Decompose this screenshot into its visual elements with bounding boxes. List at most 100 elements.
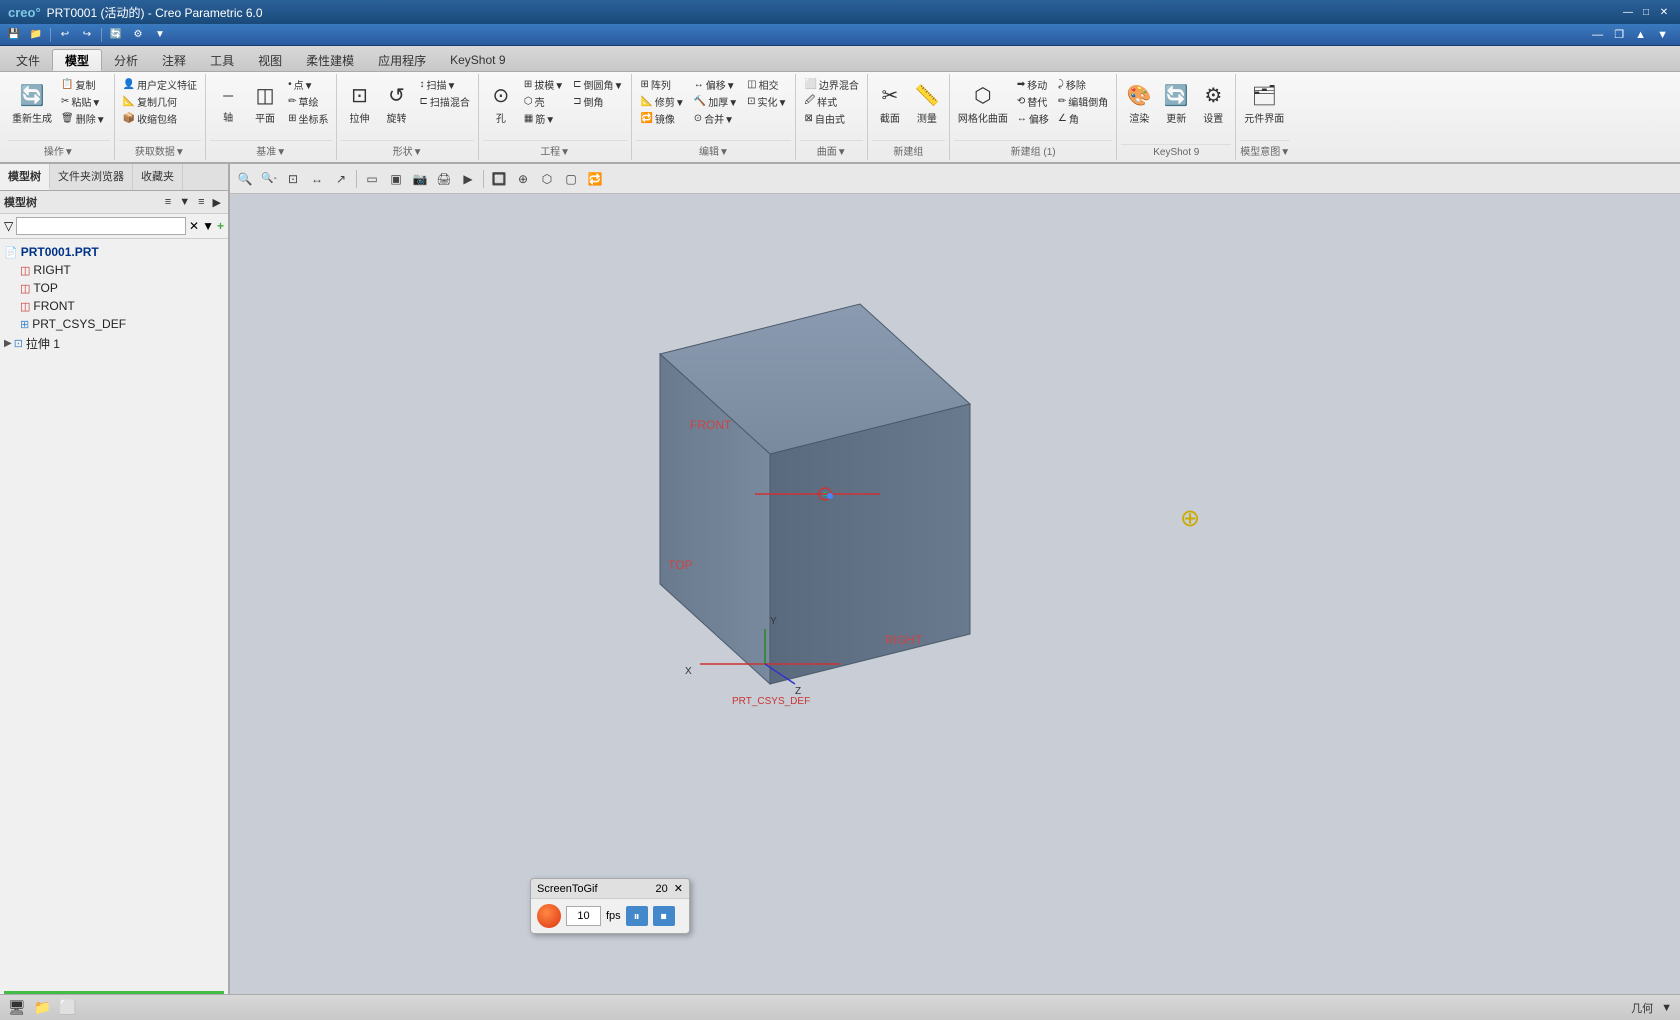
btn-round[interactable]: ⊏倒圆角▼: [569, 76, 627, 93]
btn-blend[interactable]: ⊏扫描混合: [415, 93, 473, 110]
tree-item-extrude1[interactable]: ▶ ⊡ 拉伸 1: [0, 333, 228, 354]
panel-tab-favorites[interactable]: 收藏夹: [133, 164, 183, 190]
btn-remove[interactable]: ⤸移除: [1054, 76, 1112, 93]
btn-replace[interactable]: ⟲替代: [1013, 93, 1053, 110]
tab-view[interactable]: 视图: [246, 49, 294, 71]
btn-boundary[interactable]: ⬜边界混合: [800, 76, 862, 93]
btn-copy-geom[interactable]: 📐复制几何: [119, 93, 201, 110]
tab-keyshot[interactable]: KeyShot 9: [438, 49, 517, 71]
close-button[interactable]: ✕: [1656, 4, 1672, 20]
screentogif-pause-btn[interactable]: ⏸: [626, 906, 648, 926]
vt-zoom-fit[interactable]: ⊡: [282, 168, 304, 190]
tab-tools[interactable]: 工具: [198, 49, 246, 71]
win-restore[interactable]: ❐: [1610, 29, 1628, 41]
minimize-button[interactable]: —: [1620, 4, 1636, 20]
qa-undo-btn[interactable]: ↩: [55, 26, 75, 44]
tab-apps[interactable]: 应用程序: [366, 49, 438, 71]
btn-component-interface[interactable]: 🗂 元件界面: [1240, 76, 1288, 132]
vt-zoom-out[interactable]: 🔍-: [258, 168, 280, 190]
panel-tab-model-tree[interactable]: 模型树: [0, 164, 50, 190]
btn-regenerate[interactable]: 🔄 重新生成: [8, 76, 56, 132]
tree-item-prt0001[interactable]: 📄 PRT0001.PRT: [0, 243, 228, 261]
btn-offset[interactable]: ↔偏移▼: [690, 76, 742, 93]
qa-redo-btn[interactable]: ↪: [77, 26, 97, 44]
btn-pattern[interactable]: ⊞阵列: [636, 76, 688, 93]
vt-grid[interactable]: 🔲: [488, 168, 510, 190]
vt-wireframe[interactable]: ▢: [560, 168, 582, 190]
tab-flexible[interactable]: 柔性建模: [294, 49, 366, 71]
btn-sketch-datum[interactable]: ✏草绘: [284, 93, 332, 110]
vt-origin[interactable]: ⊕: [512, 168, 534, 190]
status-folder-icon[interactable]: 📁: [34, 999, 51, 1016]
btn-edit-chamfer[interactable]: ✏编辑倒角: [1054, 93, 1112, 110]
qa-open-btn[interactable]: 📁: [26, 26, 46, 44]
btn-user-feature[interactable]: 👤用户定义特征: [119, 76, 201, 93]
btn-merge[interactable]: ⊙合并▼: [690, 110, 742, 127]
btn-move[interactable]: ➡移动: [1013, 76, 1053, 93]
btn-plane[interactable]: ◫ 平面: [247, 76, 283, 132]
vt-mesh2[interactable]: ⬡: [536, 168, 558, 190]
btn-sweep[interactable]: ↕扫描▼: [415, 76, 473, 93]
qa-regenerate-btn[interactable]: 🔄: [106, 26, 126, 44]
screentogif-close[interactable]: ✕: [674, 882, 683, 895]
expand-arrow[interactable]: ▶: [4, 338, 12, 349]
tab-analysis[interactable]: 分析: [102, 49, 150, 71]
search-filter-btn[interactable]: ▼: [202, 219, 214, 233]
vt-view-box[interactable]: ▭: [361, 168, 383, 190]
tab-model[interactable]: 模型: [52, 49, 102, 71]
btn-update[interactable]: 🔄 更新: [1158, 76, 1194, 132]
tree-item-right[interactable]: ◫ RIGHT: [0, 261, 228, 279]
vt-camera[interactable]: 📷: [409, 168, 431, 190]
win-max[interactable]: ▲: [1631, 29, 1650, 41]
btn-settings[interactable]: ⚙ 设置: [1195, 76, 1231, 132]
screentogif-record-btn[interactable]: [537, 904, 561, 928]
vt-zoom-in[interactable]: 🔍: [234, 168, 256, 190]
btn-freestyle[interactable]: ⊠自由式: [800, 110, 862, 127]
vt-rotate[interactable]: ↗: [330, 168, 352, 190]
qa-dropdown-btn[interactable]: ▼: [150, 26, 170, 44]
btn-solidify[interactable]: ⊡实化▼: [743, 93, 791, 110]
btn-draft[interactable]: ⊞拔模▼: [520, 76, 568, 93]
search-clear-icon[interactable]: ✕: [189, 219, 199, 233]
btn-angle[interactable]: ∠角: [1054, 110, 1112, 127]
btn-revolve[interactable]: ↺ 旋转: [378, 76, 414, 132]
btn-point[interactable]: •点▼: [284, 76, 332, 93]
btn-rib[interactable]: ▦筋▼: [520, 110, 568, 127]
btn-mesh[interactable]: ⬡ 网格化曲面: [954, 76, 1012, 132]
btn-thicken[interactable]: 🔨加厚▼: [690, 93, 742, 110]
screentogif-fps-input[interactable]: [566, 906, 601, 926]
status-dropdown[interactable]: ▼: [1661, 1002, 1672, 1014]
status-monitor-icon[interactable]: 🖥: [8, 999, 26, 1016]
view-area[interactable]: FRONT TOP RIGHT X Y Z PRT_CSYS_D: [230, 194, 1680, 994]
tree-btn-dropdown[interactable]: ▼: [176, 195, 193, 209]
btn-style[interactable]: 🖉样式: [800, 93, 862, 110]
tab-file[interactable]: 文件: [4, 49, 52, 71]
vt-rotate2[interactable]: 🔁: [584, 168, 606, 190]
btn-delete[interactable]: 🗑删除▼: [57, 110, 110, 127]
tree-item-csys[interactable]: ⊞ PRT_CSYS_DEF: [0, 315, 228, 333]
title-controls[interactable]: — □ ✕: [1620, 4, 1672, 20]
btn-section[interactable]: ✂ 截面: [872, 76, 908, 132]
btn-axis[interactable]: ⎯ 轴: [210, 76, 246, 132]
panel-tab-folder[interactable]: 文件夹浏览器: [50, 164, 133, 190]
tree-item-top[interactable]: ◫ TOP: [0, 279, 228, 297]
btn-chamfer[interactable]: ⊐倒角: [569, 93, 627, 110]
win-close2[interactable]: ▼: [1653, 29, 1672, 41]
btn-copy[interactable]: 📋复制: [57, 76, 110, 93]
btn-mirror[interactable]: 🔁镜像: [636, 110, 688, 127]
btn-extrude[interactable]: ⊡ 拉伸: [341, 76, 377, 132]
vt-pan[interactable]: ↔: [306, 168, 328, 190]
btn-offset2[interactable]: ↔偏移: [1013, 110, 1053, 127]
status-box-icon[interactable]: ⬜: [59, 999, 76, 1016]
screentogif-stop-btn[interactable]: ⏹: [653, 906, 675, 926]
search-add-btn[interactable]: +: [217, 219, 224, 233]
win-min[interactable]: —: [1588, 29, 1607, 41]
vt-print[interactable]: 🖨: [433, 168, 455, 190]
tree-item-front[interactable]: ◫ FRONT: [0, 297, 228, 315]
vt-shaded[interactable]: ▣: [385, 168, 407, 190]
qa-settings-btn[interactable]: ⚙: [128, 26, 148, 44]
btn-trim[interactable]: 📐修剪▼: [636, 93, 688, 110]
btn-csys[interactable]: ⊞坐标系: [284, 110, 332, 127]
btn-render[interactable]: 🎨 渲染: [1121, 76, 1157, 132]
vt-play[interactable]: ▶: [457, 168, 479, 190]
